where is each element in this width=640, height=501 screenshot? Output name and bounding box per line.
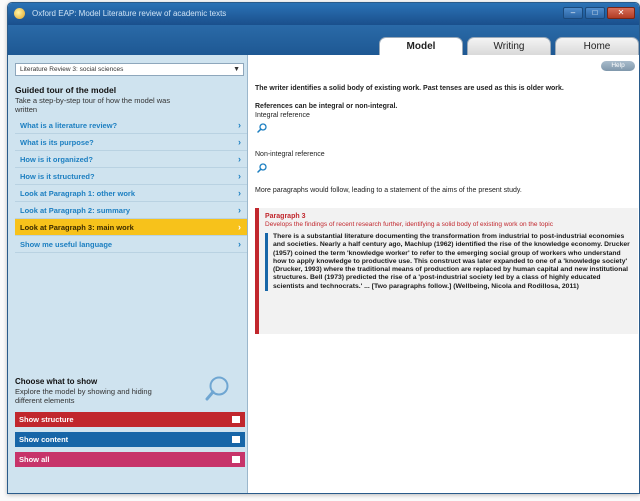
sidebar: Literature Review 3: social sciences ▼ G… <box>8 55 248 493</box>
paragraph-3-box: Paragraph 3 Develops the findings of rec… <box>255 208 638 334</box>
tour-item-label: What is a literature review? <box>20 120 118 130</box>
magnifier-icon[interactable] <box>257 123 267 133</box>
paragraph-body: There is a substantial literature docume… <box>265 233 632 292</box>
note-solid-body: The writer identifies a solid body of ex… <box>255 85 564 92</box>
tour-item-label: How is it structured? <box>20 171 95 181</box>
tour-item-structured[interactable]: How is it structured? › <box>15 168 247 185</box>
note-references: References can be integral or non-integr… <box>255 103 398 110</box>
main-panel: Help The writer identifies a solid body … <box>249 55 639 493</box>
tour-item-label: Look at Paragraph 2: summary <box>20 205 131 215</box>
tour-item-label: Look at Paragraph 3: main work <box>20 222 134 232</box>
tour-item-label: What is its purpose? <box>20 137 94 147</box>
tour-item-label: How is it organized? <box>20 154 93 164</box>
tour-item-purpose[interactable]: What is its purpose? › <box>15 134 247 151</box>
tab-home[interactable]: Home <box>555 37 639 55</box>
chevron-right-icon: › <box>238 188 241 198</box>
chevron-right-icon: › <box>238 222 241 232</box>
close-button[interactable]: ✕ <box>607 7 635 19</box>
minimize-button[interactable]: – <box>563 7 583 19</box>
chevron-right-icon: › <box>238 239 241 249</box>
chevron-right-icon: › <box>238 205 241 215</box>
help-button[interactable]: Help <box>601 61 635 71</box>
chevron-right-icon: › <box>238 154 241 164</box>
note-more-paragraphs: More paragraphs would follow, leading to… <box>255 187 522 194</box>
title-bar: Oxford EAP: Model Literature review of a… <box>8 3 639 25</box>
tour-item-label: Look at Paragraph 1: other work <box>20 188 136 198</box>
note-integral: Integral reference <box>255 112 310 119</box>
model-select-value: Literature Review 3: social sciences <box>20 66 124 73</box>
choose-description: Explore the model by showing and hiding … <box>15 387 152 405</box>
window-title: Oxford EAP: Model Literature review of a… <box>32 9 227 18</box>
tabs: Model Writing Home <box>379 37 639 56</box>
choose-title: Choose what to show <box>15 377 98 386</box>
paragraph-heading: Paragraph 3 <box>265 213 306 220</box>
toggle-label: Show structure <box>19 415 74 424</box>
magnifier-icon[interactable] <box>257 163 267 173</box>
magnifier-icon <box>205 376 229 401</box>
tour-item-paragraph-2[interactable]: Look at Paragraph 2: summary › <box>15 202 247 219</box>
chevron-right-icon: › <box>238 120 241 130</box>
model-select[interactable]: Literature Review 3: social sciences ▼ <box>15 63 244 76</box>
tour-item-paragraph-1[interactable]: Look at Paragraph 1: other work › <box>15 185 247 202</box>
tour-item-literature-review[interactable]: What is a literature review? › <box>15 117 247 134</box>
note-non-integral: Non-integral reference <box>255 151 325 158</box>
tour-item-organized[interactable]: How is it organized? › <box>15 151 247 168</box>
app-window: Oxford EAP: Model Literature review of a… <box>7 2 640 494</box>
chevron-right-icon: › <box>238 171 241 181</box>
window-controls: – □ ✕ <box>563 7 635 19</box>
toggle-label: Show all <box>19 455 50 464</box>
tab-model[interactable]: Model <box>379 37 463 56</box>
show-content-toggle[interactable]: Show content <box>15 432 245 447</box>
tour-list: What is a literature review? › What is i… <box>15 117 247 253</box>
chevron-right-icon: › <box>238 137 241 147</box>
tour-item-label: Show me useful language <box>20 239 113 249</box>
show-all-toggle[interactable]: Show all <box>15 452 245 467</box>
tab-writing[interactable]: Writing <box>467 37 551 55</box>
show-structure-toggle[interactable]: Show structure <box>15 412 245 427</box>
chevron-down-icon: ▼ <box>233 66 240 73</box>
checkbox-icon <box>232 436 240 443</box>
maximize-button[interactable]: □ <box>585 7 605 19</box>
tab-bar: Model Writing Home <box>8 25 639 56</box>
checkbox-icon <box>232 456 240 463</box>
paragraph-structure-note: Develops the findings of recent research… <box>265 221 553 228</box>
toggle-label: Show content <box>19 435 69 444</box>
tour-title: Guided tour of the model <box>15 85 117 95</box>
tour-item-useful-language[interactable]: Show me useful language › <box>15 236 247 253</box>
app-icon <box>14 8 25 19</box>
tour-description: Take a step-by-step tour of how the mode… <box>15 96 171 114</box>
tour-item-paragraph-3[interactable]: Look at Paragraph 3: main work › <box>15 219 247 236</box>
checkbox-icon <box>232 416 240 423</box>
